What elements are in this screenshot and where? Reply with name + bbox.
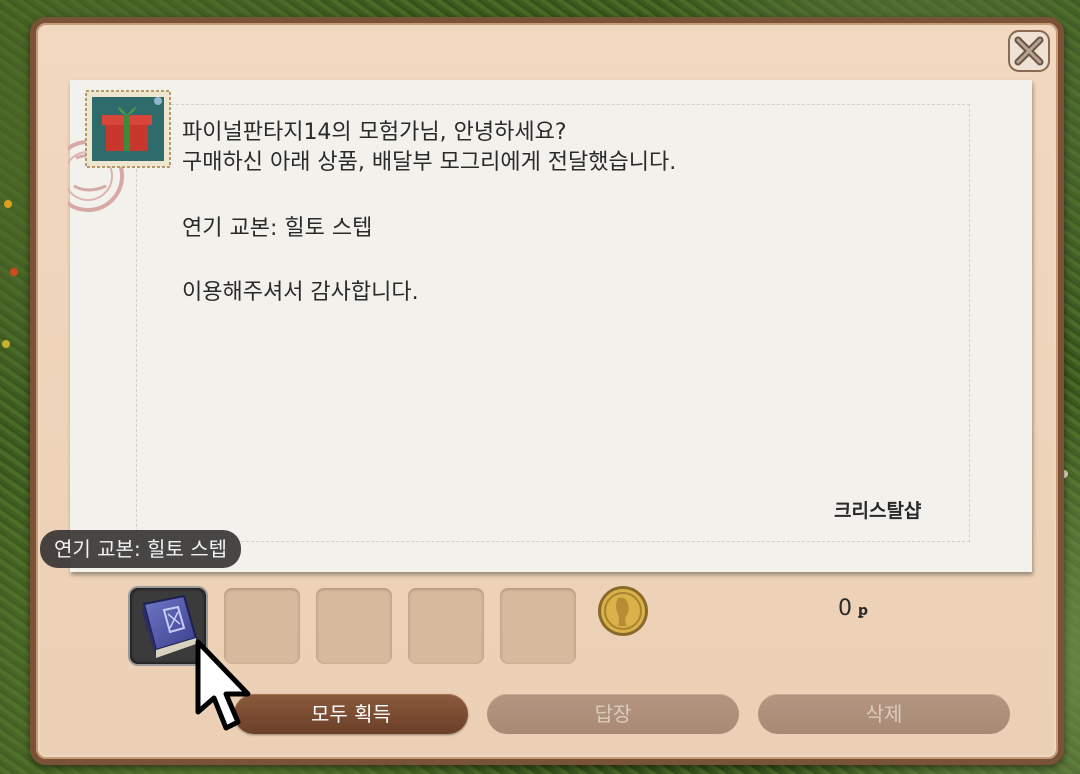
flower-decoration (10, 268, 18, 276)
take-all-button[interactable]: 모두 획득 (234, 694, 468, 734)
flower-decoration (4, 200, 12, 208)
gil-amount: 0ꝑ (838, 596, 868, 621)
gil-unit: ꝑ (858, 603, 869, 619)
reply-button[interactable]: 답장 (487, 694, 739, 734)
letter-signature: 크리스탈샵 (834, 500, 922, 522)
letter-item-name: 연기 교본: 힐토 스텝 (182, 216, 373, 241)
mouse-cursor-icon (195, 639, 251, 731)
item-tooltip: 연기 교본: 힐토 스텝 (40, 530, 242, 568)
letter-thanks: 이용해주셔서 감사합니다. (182, 280, 419, 305)
letter-greeting: 파이널판타지14의 모험가님, 안녕하세요? (182, 120, 567, 145)
attachment-slot-5[interactable] (500, 588, 576, 664)
gil-coin-icon (598, 586, 648, 636)
close-icon[interactable] (1006, 28, 1052, 74)
flower-decoration (2, 340, 10, 348)
gift-stamp-icon (85, 90, 171, 168)
attachment-slot-4[interactable] (408, 588, 484, 664)
letter-message: 구매하신 아래 상품, 배달부 모그리에게 전달했습니다. (182, 150, 677, 175)
gil-value: 0 (838, 596, 852, 621)
delete-button[interactable]: 삭제 (758, 694, 1010, 734)
attachment-slot-3[interactable] (316, 588, 392, 664)
